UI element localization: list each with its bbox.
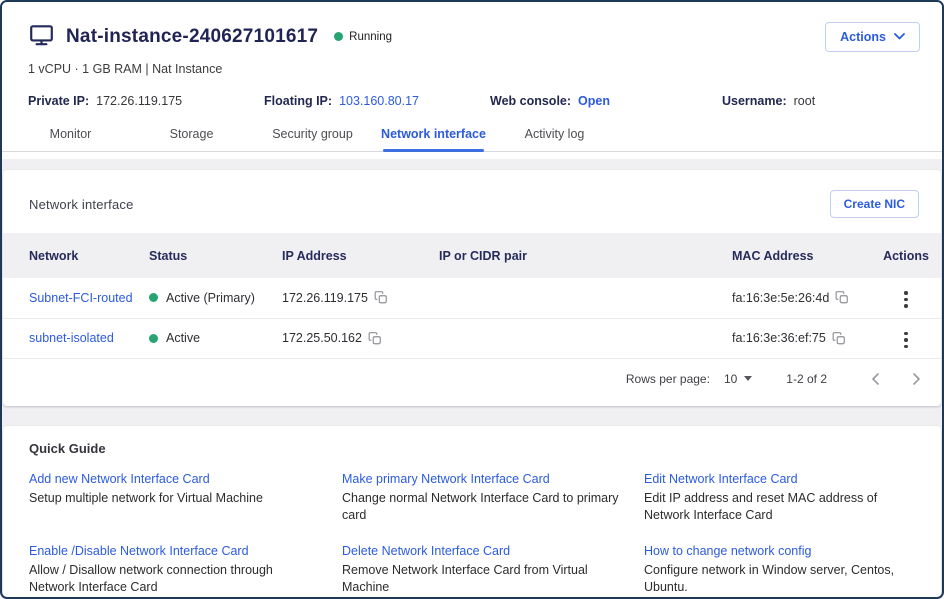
instance-specs: 1 vCPU · 1 GB RAM | Nat Instance bbox=[2, 62, 942, 76]
col-mac-address: MAC Address bbox=[708, 233, 871, 278]
copy-icon bbox=[835, 290, 849, 305]
username-label: Username: bbox=[722, 94, 787, 108]
network-interface-card: Network interface Create NIC Network Sta… bbox=[3, 170, 941, 406]
guide-desc: Edit IP address and reset MAC address of… bbox=[644, 490, 899, 523]
create-nic-button-label: Create NIC bbox=[844, 197, 905, 211]
quick-guide-grid: Add new Network Interface Card Setup mul… bbox=[29, 472, 921, 595]
private-ip-label: Private IP: bbox=[28, 94, 89, 108]
status-dot bbox=[149, 334, 158, 343]
rows-per-page-value: 10 bbox=[724, 372, 737, 386]
create-nic-button[interactable]: Create NIC bbox=[830, 190, 919, 218]
mac-address-value: fa:16:3e:5e:26:4d bbox=[732, 291, 829, 305]
guide-link[interactable]: Add new Network Interface Card bbox=[29, 472, 320, 486]
guide-link[interactable]: Make primary Network Interface Card bbox=[342, 472, 622, 486]
copy-icon bbox=[374, 290, 388, 305]
status-dot bbox=[334, 32, 343, 41]
private-ip-value: 172.26.119.175 bbox=[96, 94, 182, 108]
copy-ip-button[interactable] bbox=[368, 331, 382, 346]
private-ip-item: Private IP: 172.26.119.175 bbox=[28, 94, 264, 108]
username-value: root bbox=[794, 94, 816, 108]
guide-link[interactable]: Edit Network Interface Card bbox=[644, 472, 899, 486]
copy-icon bbox=[832, 331, 846, 346]
guide-item-make-primary: Make primary Network Interface Card Chan… bbox=[342, 472, 644, 523]
copy-mac-button[interactable] bbox=[832, 331, 846, 346]
network-link[interactable]: Subnet-FCI-routed bbox=[29, 291, 133, 305]
col-actions: Actions bbox=[871, 233, 941, 278]
monitor-icon bbox=[28, 22, 55, 53]
quick-guide-card: Quick Guide Add new Network Interface Ca… bbox=[3, 426, 941, 597]
guide-item-edit-nic: Edit Network Interface Card Edit IP addr… bbox=[644, 472, 921, 523]
pagination-bar: Rows per page: 10 1-2 of 2 bbox=[3, 359, 941, 399]
copy-ip-button[interactable] bbox=[374, 290, 388, 305]
caret-down-icon bbox=[744, 376, 752, 381]
guide-link[interactable]: How to change network config bbox=[644, 544, 899, 558]
tab-monitor[interactable]: Monitor bbox=[10, 121, 131, 151]
cidr-cell bbox=[433, 318, 708, 358]
col-network: Network bbox=[3, 233, 143, 278]
table-header-row: Network Status IP Address IP or CIDR pai… bbox=[3, 233, 941, 278]
username-item: Username: root bbox=[722, 94, 815, 108]
guide-item-delete-nic: Delete Network Interface Card Remove Net… bbox=[342, 544, 644, 595]
ip-address-value: 172.25.50.162 bbox=[282, 331, 362, 345]
status-dot bbox=[149, 293, 158, 302]
section-title: Network interface bbox=[29, 197, 134, 212]
row-actions-menu-button[interactable] bbox=[898, 328, 914, 353]
rows-per-page-label: Rows per page: bbox=[626, 372, 710, 386]
nic-table: Network Status IP Address IP or CIDR pai… bbox=[3, 233, 941, 359]
instance-detail-page: Nat-instance-240627101617 Running Action… bbox=[0, 0, 944, 599]
col-ip-address: IP Address bbox=[276, 233, 433, 278]
guide-desc: Change normal Network Interface Card to … bbox=[342, 490, 622, 523]
col-status: Status bbox=[143, 233, 276, 278]
actions-button-label: Actions bbox=[840, 30, 886, 44]
page-title: Nat-instance-240627101617 bbox=[66, 26, 318, 48]
tab-storage[interactable]: Storage bbox=[131, 121, 252, 151]
tab-network-interface[interactable]: Network interface bbox=[373, 121, 494, 151]
table-row: subnet-isolated Active 172.25.50.162 bbox=[3, 318, 941, 358]
cidr-cell bbox=[433, 278, 708, 318]
guide-link[interactable]: Delete Network Interface Card bbox=[342, 544, 622, 558]
status-label: Running bbox=[349, 31, 392, 43]
guide-item-enable-disable-nic: Enable /Disable Network Interface Card A… bbox=[29, 544, 342, 595]
chevron-right-icon bbox=[913, 373, 921, 385]
status-badge: Running bbox=[334, 31, 392, 43]
guide-link[interactable]: Enable /Disable Network Interface Card bbox=[29, 544, 320, 558]
floating-ip-label: Floating IP: bbox=[264, 94, 332, 108]
web-console-item: Web console: Open bbox=[490, 94, 722, 108]
mac-address-value: fa:16:3e:36:ef:75 bbox=[732, 331, 826, 345]
title-row: Nat-instance-240627101617 Running Action… bbox=[2, 2, 942, 53]
tab-activity-log[interactable]: Activity log bbox=[494, 121, 615, 151]
guide-item-change-network-config: How to change network config Configure n… bbox=[644, 544, 921, 595]
web-console-label: Web console: bbox=[490, 94, 571, 108]
previous-page-button[interactable] bbox=[867, 369, 883, 389]
floating-ip-item: Floating IP: 103.160.80.17 bbox=[264, 94, 490, 108]
rows-per-page-select[interactable]: 10 bbox=[724, 372, 752, 386]
guide-desc: Allow / Disallow network connection thro… bbox=[29, 562, 320, 595]
tab-bar: Monitor Storage Security group Network i… bbox=[2, 121, 942, 152]
tab-security-group[interactable]: Security group bbox=[252, 121, 373, 151]
guide-desc: Setup multiple network for Virtual Machi… bbox=[29, 490, 320, 507]
table-row: Subnet-FCI-routed Active (Primary) 172.2… bbox=[3, 278, 941, 318]
copy-mac-button[interactable] bbox=[835, 290, 849, 305]
row-actions-menu-button[interactable] bbox=[898, 287, 914, 312]
status-text: Active (Primary) bbox=[166, 291, 255, 305]
copy-icon bbox=[368, 331, 382, 346]
pagination-range: 1-2 of 2 bbox=[786, 372, 827, 386]
header-section: Nat-instance-240627101617 Running Action… bbox=[2, 2, 942, 159]
floating-ip-link[interactable]: 103.160.80.17 bbox=[339, 94, 419, 108]
guide-item-add-nic: Add new Network Interface Card Setup mul… bbox=[29, 472, 342, 523]
quick-guide-title: Quick Guide bbox=[29, 441, 921, 456]
status-text: Active bbox=[166, 331, 200, 345]
actions-button[interactable]: Actions bbox=[825, 22, 920, 52]
next-page-button[interactable] bbox=[909, 369, 925, 389]
guide-desc: Remove Network Interface Card from Virtu… bbox=[342, 562, 622, 595]
chevron-left-icon bbox=[871, 373, 879, 385]
ip-address-value: 172.26.119.175 bbox=[282, 291, 368, 305]
col-ip-or-cidr: IP or CIDR pair bbox=[433, 233, 708, 278]
info-row: Private IP: 172.26.119.175 Floating IP: … bbox=[2, 94, 942, 108]
network-link[interactable]: subnet-isolated bbox=[29, 331, 114, 345]
guide-desc: Configure network in Window server, Cent… bbox=[644, 562, 899, 595]
section-header: Network interface Create NIC bbox=[3, 170, 941, 218]
web-console-open-link[interactable]: Open bbox=[578, 94, 610, 108]
chevron-down-icon bbox=[894, 33, 905, 40]
